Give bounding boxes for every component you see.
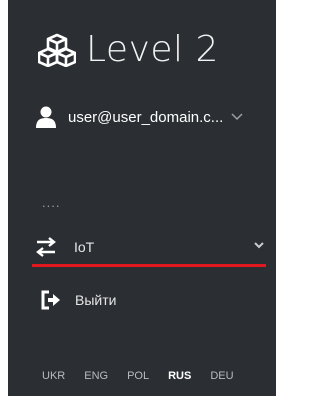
brand-logo[interactable]: Level 2 xyxy=(38,30,219,70)
brand-name: Level 2 xyxy=(86,29,219,70)
user-email: user@user_domain.c... xyxy=(68,108,224,126)
language-switcher: UKR ENG POL RUS DEU xyxy=(42,370,253,382)
exchange-arrows-icon xyxy=(36,237,56,257)
user-icon xyxy=(36,106,56,128)
nav-item-iot[interactable]: IoT xyxy=(34,233,264,261)
logout-button[interactable]: Выйти xyxy=(41,290,116,310)
user-menu[interactable]: user@user_domain.c... xyxy=(36,106,266,128)
placeholder-dots: .... xyxy=(42,195,61,210)
chevron-down-icon xyxy=(231,113,243,121)
sign-out-icon xyxy=(41,290,60,310)
logout-label: Выйти xyxy=(75,292,117,308)
lang-ukr[interactable]: UKR xyxy=(42,370,65,382)
active-underline xyxy=(32,264,266,267)
chevron-down-icon xyxy=(254,242,264,249)
lang-deu[interactable]: DEU xyxy=(210,370,233,382)
cubes-icon xyxy=(38,33,76,67)
lang-rus[interactable]: RUS xyxy=(168,370,191,382)
lang-pol[interactable]: POL xyxy=(127,370,149,382)
lang-eng[interactable]: ENG xyxy=(84,370,108,382)
nav-item-iot-label: IoT xyxy=(74,239,95,255)
sidebar-panel: Level 2 user@user_domain.c... .... IoT В… xyxy=(8,0,276,396)
